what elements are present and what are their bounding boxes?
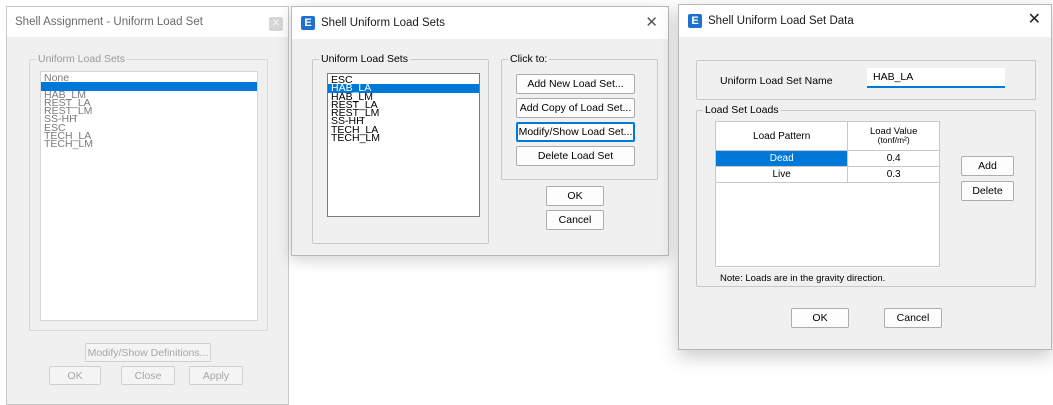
list-label: Uniform Load Sets: [321, 53, 408, 65]
uniform-load-sets-list[interactable]: ESC HAB_LA HAB_LM REST_LA REST_LM SS-HH TECH_L…: [327, 73, 480, 217]
load-value-cell[interactable]: 0.4: [847, 150, 940, 167]
modify-show-load-set-button[interactable]: Modify/Show Load Set...: [516, 122, 635, 142]
load-pattern-cell[interactable]: Live: [714, 166, 849, 183]
name-value: HAB_LA: [873, 71, 914, 83]
cancel-button[interactable]: Cancel: [546, 210, 604, 230]
load-pattern-cell[interactable]: Dead: [714, 150, 849, 167]
load-set-loads-table: Load Pattern Load Value (tonf/m²) Dead 0.…: [714, 121, 940, 268]
table-row[interactable]: Live 0.3: [714, 166, 940, 183]
cancel-button[interactable]: Cancel: [884, 308, 942, 328]
group-label: Uniform Load Sets: [38, 53, 125, 65]
load-value-units: (tonf/m²): [877, 135, 910, 145]
shell-assignment-titlebar: Shell Assignment - Uniform Load Set: [7, 7, 288, 37]
shell-uniform-load-sets-window: E Shell Uniform Load Sets ✕ Uniform Load…: [291, 6, 669, 256]
list-item[interactable]: TECH_LM: [328, 133, 479, 144]
delete-load-set-button[interactable]: Delete Load Set: [516, 146, 635, 166]
add-button[interactable]: Add: [961, 156, 1014, 176]
close-icon[interactable]: ✕: [645, 15, 658, 30]
load-value-cell[interactable]: 0.3: [847, 166, 940, 183]
load-set-data-titlebar: E Shell Uniform Load Set Data ✕: [679, 5, 1051, 37]
uniform-load-set-name-field[interactable]: HAB_LA: [867, 68, 1005, 88]
uniform-load-set-name-label: Uniform Load Set Name: [720, 75, 833, 87]
table-row[interactable]: Dead 0.4: [714, 150, 940, 167]
window-title: Shell Uniform Load Sets: [321, 17, 446, 29]
gravity-note: Note: Loads are in the gravity direction…: [720, 273, 886, 284]
close-button[interactable]: Close: [121, 366, 175, 385]
delete-button[interactable]: Delete: [961, 181, 1014, 201]
ok-button[interactable]: OK: [49, 366, 101, 385]
window-title: Shell Assignment - Uniform Load Set: [15, 16, 203, 28]
apply-button[interactable]: Apply: [189, 366, 243, 385]
empty-table-area: [714, 182, 940, 267]
load-set-loads-label: Load Set Loads: [705, 104, 779, 116]
close-button-disabled[interactable]: ✕: [269, 17, 283, 31]
etabs-app-icon: E: [301, 16, 315, 30]
shell-uniform-load-set-data-window: E Shell Uniform Load Set Data ✕ Uniform …: [678, 4, 1052, 350]
list-item[interactable]: SS-HH: [41, 114, 257, 125]
uniform-load-sets-list[interactable]: None HAB_LA HAB_LM REST_LA REST_LM SS-HH ESC TE…: [40, 71, 258, 321]
ok-button[interactable]: OK: [546, 186, 604, 206]
modify-show-definitions-button[interactable]: Modify/Show Definitions...: [85, 343, 211, 362]
window-title: Shell Uniform Load Set Data: [708, 15, 854, 27]
list-item[interactable]: TECH_LM: [41, 139, 257, 150]
column-header-load-value: Load Value (tonf/m²): [847, 121, 940, 151]
load-sets-titlebar: E Shell Uniform Load Sets ✕: [292, 7, 668, 39]
close-icon[interactable]: ✕: [1028, 12, 1041, 28]
ok-button[interactable]: OK: [791, 308, 849, 328]
add-copy-load-set-button[interactable]: Add Copy of Load Set...: [516, 98, 635, 118]
shell-assignment-window: Shell Assignment - Uniform Load Set ✕ Un…: [6, 6, 289, 405]
add-new-load-set-button[interactable]: Add New Load Set...: [516, 74, 635, 94]
close-icon: ✕: [271, 18, 281, 29]
column-header-load-pattern: Load Pattern: [714, 121, 849, 151]
click-to-label: Click to:: [510, 53, 548, 65]
etabs-app-icon: E: [688, 14, 702, 28]
